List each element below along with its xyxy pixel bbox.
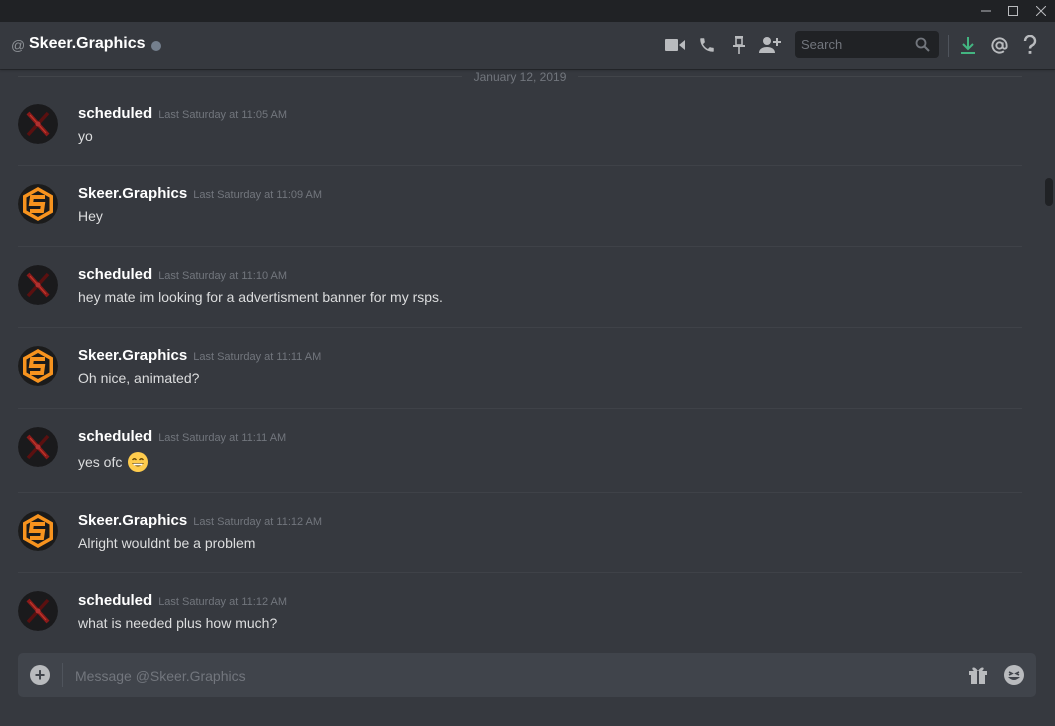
message-composer: +	[18, 653, 1036, 699]
mention-icon[interactable]	[988, 34, 1010, 56]
grinning-face-emoji[interactable]	[127, 451, 149, 476]
x-logo-avatar[interactable]	[18, 591, 58, 631]
message-input[interactable]	[73, 653, 957, 699]
message-text: what is needed plus how much?	[78, 615, 278, 631]
message-author[interactable]: Skeer.Graphics Last Saturday at 11:12 AM	[78, 512, 322, 529]
maximize-icon[interactable]	[1001, 0, 1025, 22]
status-offline-indicator	[151, 41, 161, 51]
message-body: Hey	[78, 208, 103, 224]
message-text: Oh nice, animated?	[78, 370, 200, 386]
message-timestamp: Last Saturday at 11:05 AM	[158, 109, 288, 121]
message-item[interactable]: scheduled Last Saturday at 11:12 AM what i…	[0, 589, 1043, 632]
add-friend-icon[interactable]	[759, 34, 781, 56]
message-text: Hey	[78, 208, 103, 224]
message-timestamp: Last Saturday at 11:12 AM	[193, 516, 323, 528]
author-name[interactable]: scheduled	[78, 266, 152, 283]
s-logo-avatar[interactable]	[18, 511, 58, 551]
message-author[interactable]: Skeer.Graphics Last Saturday at 11:11 AM	[78, 347, 321, 364]
header-divider	[948, 35, 949, 57]
message-separator	[18, 165, 1022, 166]
message-timestamp: Last Saturday at 11:11 AM	[158, 432, 287, 444]
message-separator	[18, 246, 1022, 247]
message-timestamp: Last Saturday at 11:11 AM	[193, 351, 322, 363]
phone-call-icon[interactable]	[696, 34, 718, 56]
x-logo-avatar[interactable]	[18, 265, 58, 305]
message-item[interactable]: Skeer.Graphics Last Saturday at 11:12 AM A…	[0, 509, 1043, 589]
author-name[interactable]: scheduled	[78, 592, 152, 609]
search-input[interactable]	[795, 31, 911, 58]
author-name[interactable]: Skeer.Graphics	[78, 185, 187, 202]
message-text: hey mate im looking for a advertisment b…	[78, 289, 443, 305]
minimize-icon[interactable]	[974, 0, 998, 22]
author-name[interactable]: Skeer.Graphics	[78, 347, 187, 364]
gift-icon[interactable]	[968, 665, 988, 690]
s-logo-avatar[interactable]	[18, 184, 58, 224]
message-body: hey mate im looking for a advertisment b…	[78, 289, 443, 305]
message-body: yes ofc	[78, 451, 149, 476]
channel-header: @ Skeer.Graphics	[0, 22, 1055, 69]
download-icon[interactable]	[957, 34, 979, 56]
message-item[interactable]: Skeer.Graphics Last Saturday at 11:09 AM H…	[0, 182, 1043, 262]
message-author[interactable]: scheduled Last Saturday at 11:05 AM	[78, 105, 287, 122]
composer-divider	[62, 663, 63, 687]
message-list[interactable]: January 12, 2019 scheduled Last Saturday …	[0, 69, 1043, 632]
message-item[interactable]: Skeer.Graphics Last Saturday at 11:11 AM O…	[0, 344, 1043, 424]
channel-title[interactable]: Skeer.Graphics	[29, 35, 146, 53]
message-author[interactable]: scheduled Last Saturday at 11:11 AM	[78, 428, 286, 445]
close-icon[interactable]	[1029, 0, 1053, 22]
message-body: Alright wouldnt be a problem	[78, 535, 255, 551]
message-body: what is needed plus how much?	[78, 615, 277, 631]
date-divider-label: January 12, 2019	[469, 70, 571, 84]
emoji-picker-icon[interactable]	[1003, 664, 1025, 691]
pin-icon[interactable]	[728, 34, 750, 56]
message-item[interactable]: scheduled Last Saturday at 11:05 AM yo	[0, 102, 1043, 182]
author-name[interactable]: scheduled	[78, 428, 152, 445]
message-timestamp: Last Saturday at 11:12 AM	[158, 596, 288, 608]
date-divider: January 12, 2019	[18, 69, 1022, 85]
help-icon[interactable]	[1019, 34, 1041, 56]
at-symbol-icon: @	[11, 37, 26, 53]
message-separator	[18, 408, 1022, 409]
video-call-icon[interactable]	[664, 34, 686, 56]
message-text: yes ofc	[78, 454, 123, 471]
author-name[interactable]: Skeer.Graphics	[78, 512, 187, 529]
author-name[interactable]: scheduled	[78, 105, 152, 122]
x-logo-avatar[interactable]	[18, 104, 58, 144]
message-timestamp: Last Saturday at 11:09 AM	[193, 189, 323, 201]
message-separator	[18, 572, 1022, 573]
message-author[interactable]: scheduled Last Saturday at 11:12 AM	[78, 592, 287, 609]
search-icon[interactable]	[915, 37, 930, 57]
message-body: Oh nice, animated?	[78, 370, 199, 386]
message-separator	[18, 327, 1022, 328]
message-author[interactable]: scheduled Last Saturday at 11:10 AM	[78, 266, 287, 283]
add-attachment-icon[interactable]: +	[30, 665, 50, 685]
search-box[interactable]	[795, 31, 939, 58]
scrollbar-thumb[interactable]	[1045, 178, 1053, 206]
x-logo-avatar[interactable]	[18, 427, 58, 467]
scrollbar-track[interactable]	[1043, 69, 1055, 632]
message-text: yo	[78, 128, 93, 144]
s-logo-avatar[interactable]	[18, 346, 58, 386]
message-item[interactable]: scheduled Last Saturday at 11:10 AM hey ma…	[0, 263, 1043, 343]
message-text: Alright wouldnt be a problem	[78, 535, 256, 551]
message-body: yo	[78, 128, 93, 144]
message-timestamp: Last Saturday at 11:10 AM	[158, 270, 288, 282]
message-separator	[18, 492, 1022, 493]
message-author[interactable]: Skeer.Graphics Last Saturday at 11:09 AM	[78, 185, 322, 202]
message-item[interactable]: scheduled Last Saturday at 11:11 AM yes of…	[0, 425, 1043, 505]
window-titlebar	[0, 0, 1055, 22]
